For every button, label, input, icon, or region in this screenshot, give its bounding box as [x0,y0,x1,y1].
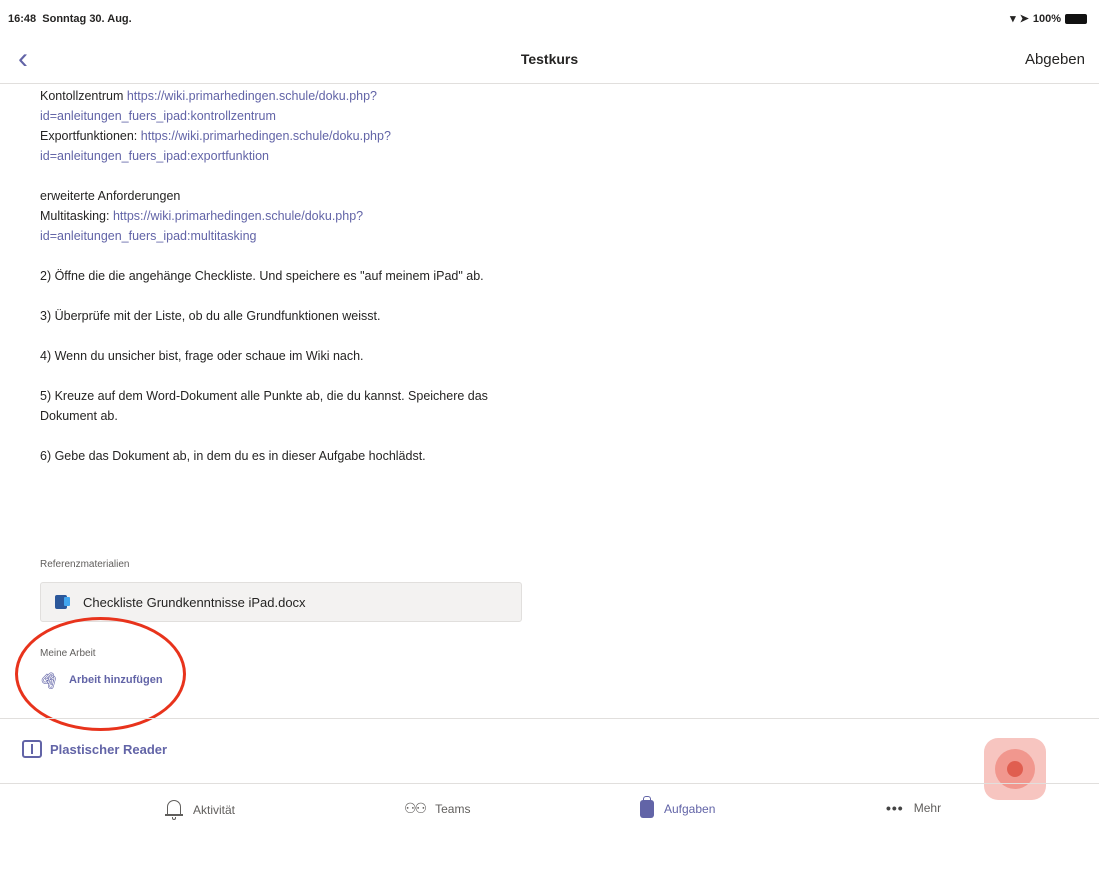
step-item: 5) Kreuze auf dem Word-Dokument alle Pun… [40,389,488,423]
multitasking-link[interactable]: https://wiki.primarhedingen.schule/doku.… [113,209,363,223]
add-work-button[interactable]: 🖇 Arbeit hinzufügen [37,668,163,692]
paperclip-icon: 🖇 [36,668,62,693]
assignment-instructions: Kontollzentrum https://wiki.primarheding… [40,86,530,486]
tab-activity[interactable]: Aktivität [165,800,235,820]
assignments-icon [640,796,654,818]
status-time: 16:48 [8,13,37,25]
export-link-cont[interactable]: id=anleitungen_fuers_ipad:exportfunktion [40,149,269,163]
immersive-reader-icon [22,740,42,758]
step-item: 2) Öffne die die angehänge Checkliste. U… [40,269,484,283]
multitasking-link-cont[interactable]: id=anleitungen_fuers_ipad:multitasking [40,229,256,243]
tab-teams[interactable]: ⚇⚇ Teams [404,800,470,817]
page-title: Testkurs [520,51,579,67]
tab-label: Aktivität [193,803,236,817]
reference-file-card[interactable]: Checkliste Grundkenntnisse iPad.docx [40,582,522,622]
extended-heading: erweiterte Anforderungen [40,189,181,203]
extended-block: erweiterte Anforderungen Multitasking: h… [40,186,530,246]
battery-icon [1065,13,1087,24]
immersive-reader-label: Plastischer Reader [50,741,168,757]
assistive-touch-dot [1007,761,1023,777]
status-date: Sonntag 30. Aug. [42,13,132,25]
battery-percent: 100% [1032,12,1061,25]
link-label: Exportfunktionen: [40,129,141,143]
link-label: Multitasking: [40,209,113,223]
export-link[interactable]: https://wiki.primarhedingen.schule/doku.… [141,129,391,143]
status-bar: 16:48 Sonntag 30. Aug. ▾ ➤ 100% [0,0,1099,38]
nav-bar: ‹ Testkurs Abgeben [0,38,1099,84]
bell-icon [165,800,183,820]
control-center-line: Kontollzentrum https://wiki.primarheding… [40,86,530,106]
tab-label: Teams [435,801,471,816]
divider [0,718,1099,719]
multitasking-line: Multitasking: https://wiki.primarhedinge… [40,206,530,226]
tab-more[interactable]: ••• Mehr [886,800,941,816]
teams-icon: ⚇⚇ [404,800,427,816]
immersive-reader-button[interactable]: Plastischer Reader [22,740,167,758]
file-name: Checkliste Grundkenntnisse iPad.docx [83,594,306,610]
export-line: Exportfunktionen: https://wiki.primarhed… [40,126,530,146]
tab-label: Aufgaben [664,802,716,816]
step-item: 4) Wenn du unsicher bist, frage oder sch… [40,349,364,363]
link-label: Kontollzentrum [40,89,127,103]
more-dots-icon: ••• [886,800,904,816]
control-center-link[interactable]: https://wiki.primarhedingen.schule/doku.… [127,89,377,103]
step-item: 3) Überprüfe mit der Liste, ob du alle G… [40,309,381,323]
word-document-icon [55,595,70,609]
status-time-date: 16:48 Sonntag 30. Aug. [8,13,132,25]
tab-label: Mehr [913,801,942,815]
submit-button[interactable]: Abgeben [1025,51,1085,68]
status-indicators: ▾ ➤ 100% [1010,12,1087,25]
add-work-label: Arbeit hinzufügen [69,674,163,686]
links-block: Kontollzentrum https://wiki.primarheding… [40,86,530,166]
control-center-link-cont[interactable]: id=anleitungen_fuers_ipad:kontrollzentru… [40,109,276,123]
reference-label: Referenzmaterialien [40,559,130,570]
location-icon: ➤ [1019,13,1029,25]
my-work-label: Meine Arbeit [40,648,96,659]
tab-bar: Aktivität ⚇⚇ Teams Aufgaben ••• Mehr [0,784,1099,840]
step-item: 6) Gebe das Dokument ab, in dem du es in… [40,449,426,463]
tab-assignments[interactable]: Aufgaben [640,796,716,818]
wifi-icon: ▾ [1010,13,1016,25]
